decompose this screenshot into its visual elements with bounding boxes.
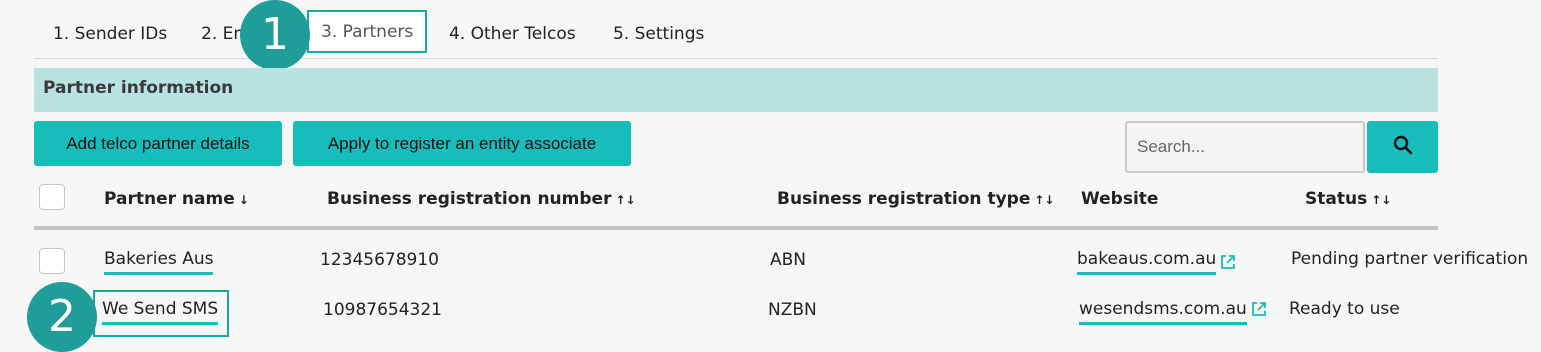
status-cell: Ready to use: [1289, 299, 1400, 319]
external-link-icon[interactable]: [1220, 254, 1236, 270]
sort-icon[interactable]: ↑↓: [1371, 193, 1391, 207]
search-icon: [1393, 135, 1413, 159]
tab-partners[interactable]: 3. Partners: [307, 10, 428, 53]
column-header-brt[interactable]: Business registration type ↑↓: [777, 189, 1054, 209]
select-all-checkbox[interactable]: [39, 184, 65, 210]
tab-other-telcos[interactable]: 4. Other Telcos: [449, 24, 576, 44]
sort-icon[interactable]: ↑↓: [615, 193, 635, 207]
search-input[interactable]: [1125, 121, 1365, 173]
status-cell: Pending partner verification: [1291, 249, 1529, 269]
brt-cell: ABN: [770, 250, 807, 270]
column-header-status[interactable]: Status ↑↓: [1305, 189, 1391, 209]
add-telco-partner-button[interactable]: Add telco partner details: [34, 121, 282, 166]
brt-cell: NZBN: [768, 300, 817, 320]
sort-icon[interactable]: ↑↓: [1034, 193, 1054, 207]
partner-name-link[interactable]: Bakeries Aus: [104, 249, 214, 275]
tab-sender-ids[interactable]: 1. Sender IDs: [53, 24, 167, 44]
tab-settings[interactable]: 5. Settings: [613, 24, 704, 44]
website-link[interactable]: wesendsms.com.au: [1079, 299, 1247, 325]
column-header-partner-name[interactable]: Partner name ↓: [104, 189, 249, 209]
column-header-website: Website: [1081, 189, 1159, 209]
partner-name-link[interactable]: We Send SMS: [102, 299, 219, 325]
section-title: Partner information: [34, 68, 1438, 112]
column-header-brn[interactable]: Business registration number ↑↓: [327, 189, 636, 209]
step-marker-1: 1: [240, 0, 310, 70]
column-label: Business registration number: [327, 189, 612, 209]
website-link[interactable]: bakeaus.com.au: [1077, 249, 1217, 275]
step-marker-2: 2: [27, 282, 97, 352]
row-checkbox[interactable]: [39, 248, 65, 274]
search-button[interactable]: [1367, 121, 1438, 173]
external-link-icon[interactable]: [1251, 301, 1267, 317]
apply-entity-associate-button[interactable]: Apply to register an entity associate: [293, 121, 631, 166]
header-divider: [34, 226, 1438, 230]
brn-cell: 10987654321: [323, 300, 442, 320]
column-label: Business registration type: [777, 189, 1031, 209]
sort-desc-icon[interactable]: ↓: [239, 193, 249, 207]
column-label: Status: [1305, 189, 1368, 209]
tab-entity[interactable]: 2. En: [201, 24, 244, 44]
brn-cell: 12345678910: [320, 250, 439, 270]
column-label: Partner name: [104, 189, 235, 209]
